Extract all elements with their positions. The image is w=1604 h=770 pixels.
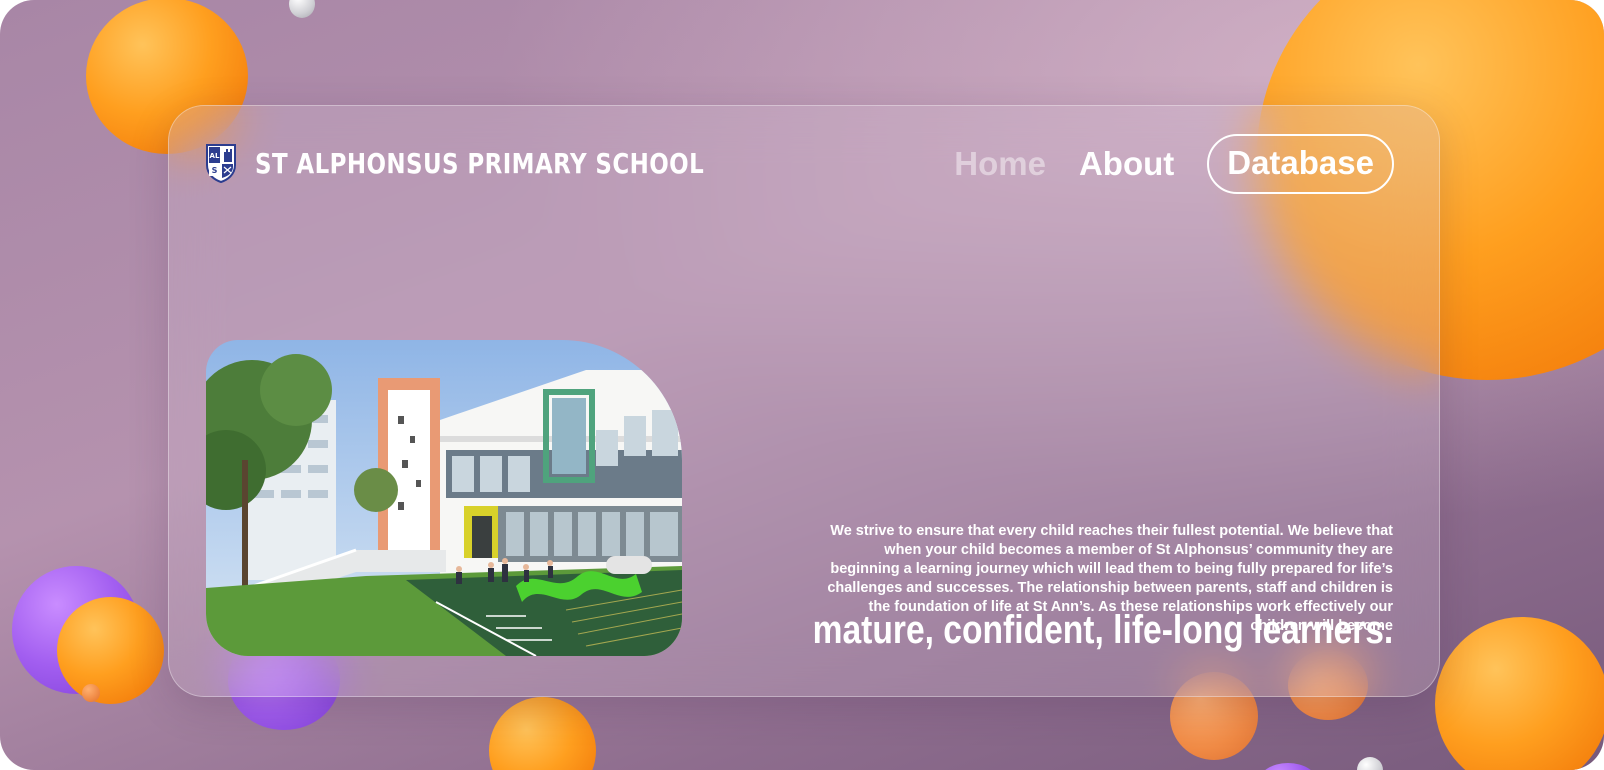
school-building-illustration (206, 340, 682, 656)
crest-letter: S (212, 166, 218, 175)
nav-home-link[interactable]: Home (954, 145, 1046, 183)
nav-about-link[interactable]: About (1079, 145, 1174, 183)
crest-letters: AL (210, 152, 220, 160)
decor-orb (1435, 617, 1604, 770)
school-crest-icon: AL S (206, 144, 236, 183)
decor-orb (82, 684, 100, 702)
nav-database-button[interactable]: Database (1207, 134, 1394, 194)
decor-orb (489, 697, 596, 770)
tagline-heading: mature, confident, life-long learners. (812, 608, 1393, 652)
decor-orb (1258, 763, 1318, 770)
decor-orb (57, 597, 164, 704)
site-logo[interactable]: AL S ST ALPHONSUS PRIMARY SCHOOL (205, 141, 803, 185)
decor-orb (289, 0, 315, 18)
school-building-image (206, 340, 682, 656)
decor-orb (1357, 757, 1383, 770)
school-name: ST ALPHONSUS PRIMARY SCHOOL (255, 146, 705, 180)
main-nav: Home About Database (954, 134, 1394, 194)
page-background: AL S ST ALPHONSUS PRIMARY SCHOOL Home Ab… (0, 0, 1604, 770)
